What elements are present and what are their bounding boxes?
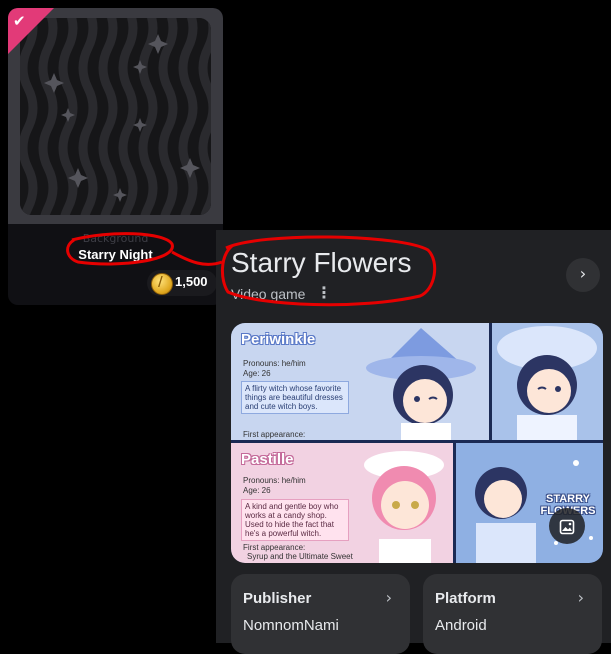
image-gallery[interactable]: Periwinkle Pronouns: he/him Age: 26 A fl… xyxy=(231,323,603,563)
publisher-card[interactable]: Publisher NomnomNami › xyxy=(231,574,410,654)
first-appearance-value: Syrup and the Ultimate Sweet xyxy=(247,552,353,561)
gallery-image-periwinkle-wink[interactable] xyxy=(492,323,603,440)
knowledge-panel: Starry Flowers Video game ⋮ › Periwinkle… xyxy=(216,230,611,654)
more-vert-icon[interactable]: ⋮ xyxy=(316,283,332,302)
chevron-right-icon: › xyxy=(385,588,392,607)
age-text: Age: 26 xyxy=(243,369,271,378)
character-name: Pastille xyxy=(241,451,294,468)
character-art xyxy=(364,451,444,563)
character-art xyxy=(366,328,476,440)
item-category: Background xyxy=(82,232,149,245)
first-appearance-text: First appearance: xyxy=(243,543,306,552)
price-value: 1,500 xyxy=(175,274,208,289)
pronouns-text: Pronouns: he/him xyxy=(243,476,306,485)
item-title: Starry Night xyxy=(78,247,153,262)
description-box: A kind and gentle boy who works at a can… xyxy=(241,499,349,541)
card-image-frame: ✔ xyxy=(8,8,223,224)
gallery-image-periwinkle[interactable]: Periwinkle Pronouns: he/him Age: 26 A fl… xyxy=(231,323,489,440)
pronouns-text: Pronouns: he/him xyxy=(243,359,306,368)
chevron-right-icon[interactable]: › xyxy=(566,258,600,292)
platform-card[interactable]: Platform Android › xyxy=(423,574,602,654)
store-item-card[interactable]: ✔ Background Starry Night / 1,500 xyxy=(8,8,223,305)
gallery-image-pastille[interactable]: Pastille Pronouns: he/him Age: 26 A kind… xyxy=(231,443,453,563)
publisher-label: Publisher xyxy=(243,590,312,607)
coin-icon: / xyxy=(151,273,173,295)
platform-value: Android xyxy=(435,617,487,634)
price-button[interactable]: / 1,500 xyxy=(147,270,217,296)
panel-title[interactable]: Starry Flowers xyxy=(231,247,411,279)
first-appearance-text: First appearance: xyxy=(243,430,306,439)
chevron-right-icon: › xyxy=(577,588,584,607)
platform-label: Platform xyxy=(435,590,496,607)
panel-subtitle: Video game xyxy=(231,286,306,302)
character-name: Periwinkle xyxy=(241,331,316,348)
check-icon: ✔ xyxy=(13,12,26,30)
publisher-value: NomnomNami xyxy=(243,617,339,634)
description-box: A flirty witch whose favorite things are… xyxy=(241,381,349,414)
gallery-image-starry-flowers-logo[interactable]: STARRY FLOWERS xyxy=(456,443,603,563)
image-search-icon[interactable] xyxy=(549,508,585,544)
age-text: Age: 26 xyxy=(243,486,271,495)
